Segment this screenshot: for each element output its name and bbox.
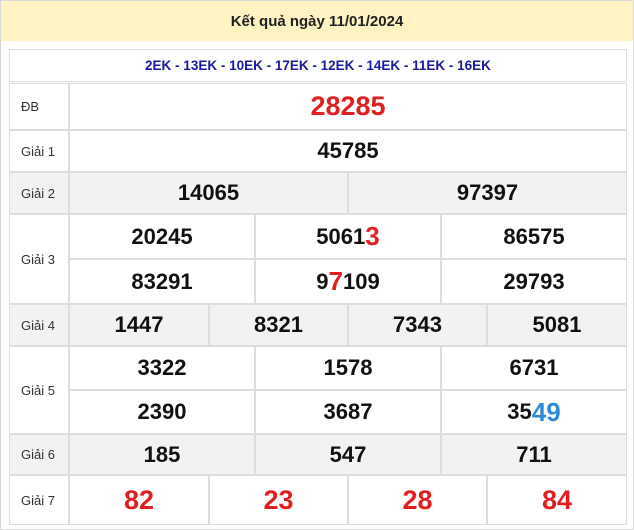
g4-number-4: 5081	[487, 304, 627, 346]
prize-label-g2: Giải 2	[9, 172, 69, 214]
g4-number-1: 1447	[69, 304, 209, 346]
g3-number-2-main: 5061	[316, 223, 366, 249]
prize-label-g3: Giải 3	[9, 214, 69, 304]
g6-number-1: 185	[69, 434, 255, 475]
g3-number-3: 86575	[441, 214, 627, 259]
series-codes: 2EK - 13EK - 10EK - 17EK - 12EK - 14EK -…	[9, 49, 627, 82]
lottery-result-table: Kết quả ngày 11/01/2024 2EK - 13EK - 10E…	[0, 0, 634, 530]
prize-label-g7: Giải 7	[9, 475, 69, 525]
g4-number-3: 7343	[348, 304, 487, 346]
g5-number-6-main: 35	[507, 399, 532, 424]
g6-number-2: 547	[255, 434, 441, 475]
g5-number-1: 3322	[69, 346, 255, 390]
g4-number-2: 8321	[209, 304, 348, 346]
result-title: Kết quả ngày 11/01/2024	[1, 1, 633, 41]
g3-number-4: 83291	[69, 259, 255, 304]
g5-number-5: 3687	[255, 390, 441, 434]
prize-label-g6: Giải 6	[9, 434, 69, 475]
g3-number-2: 5061 3	[255, 214, 441, 259]
g3-number-6: 29793	[441, 259, 627, 304]
g3-number-5-post: 109	[343, 268, 380, 294]
prize-label-g5: Giải 5	[9, 346, 69, 434]
g5-number-6-accent: 49	[531, 396, 561, 427]
g3-number-5-pre: 9	[316, 268, 329, 294]
g5-number-6: 35 49	[441, 390, 627, 434]
g3-number-5-accent: 7	[328, 266, 343, 296]
g1-number: 45785	[69, 130, 627, 172]
g3-number-1: 20245	[69, 214, 255, 259]
g5-number-3: 6731	[441, 346, 627, 390]
g7-number-1: 82	[69, 475, 209, 525]
special-prize-number: 28285	[69, 83, 627, 130]
g5-number-4: 2390	[69, 390, 255, 434]
g3-number-2-accent: 3	[365, 221, 380, 251]
g7-number-2: 23	[209, 475, 348, 525]
g6-number-3: 711	[441, 434, 627, 475]
g2-number-2: 97397	[348, 172, 627, 214]
g2-number-1: 14065	[69, 172, 348, 214]
prize-label-g4: Giải 4	[9, 304, 69, 346]
g5-number-2: 1578	[255, 346, 441, 390]
g7-number-3: 28	[348, 475, 487, 525]
prize-label-db: ĐB	[9, 83, 69, 130]
g7-number-4: 84	[487, 475, 627, 525]
prize-label-g1: Giải 1	[9, 130, 69, 172]
g3-number-5: 9 7 109	[255, 259, 441, 304]
